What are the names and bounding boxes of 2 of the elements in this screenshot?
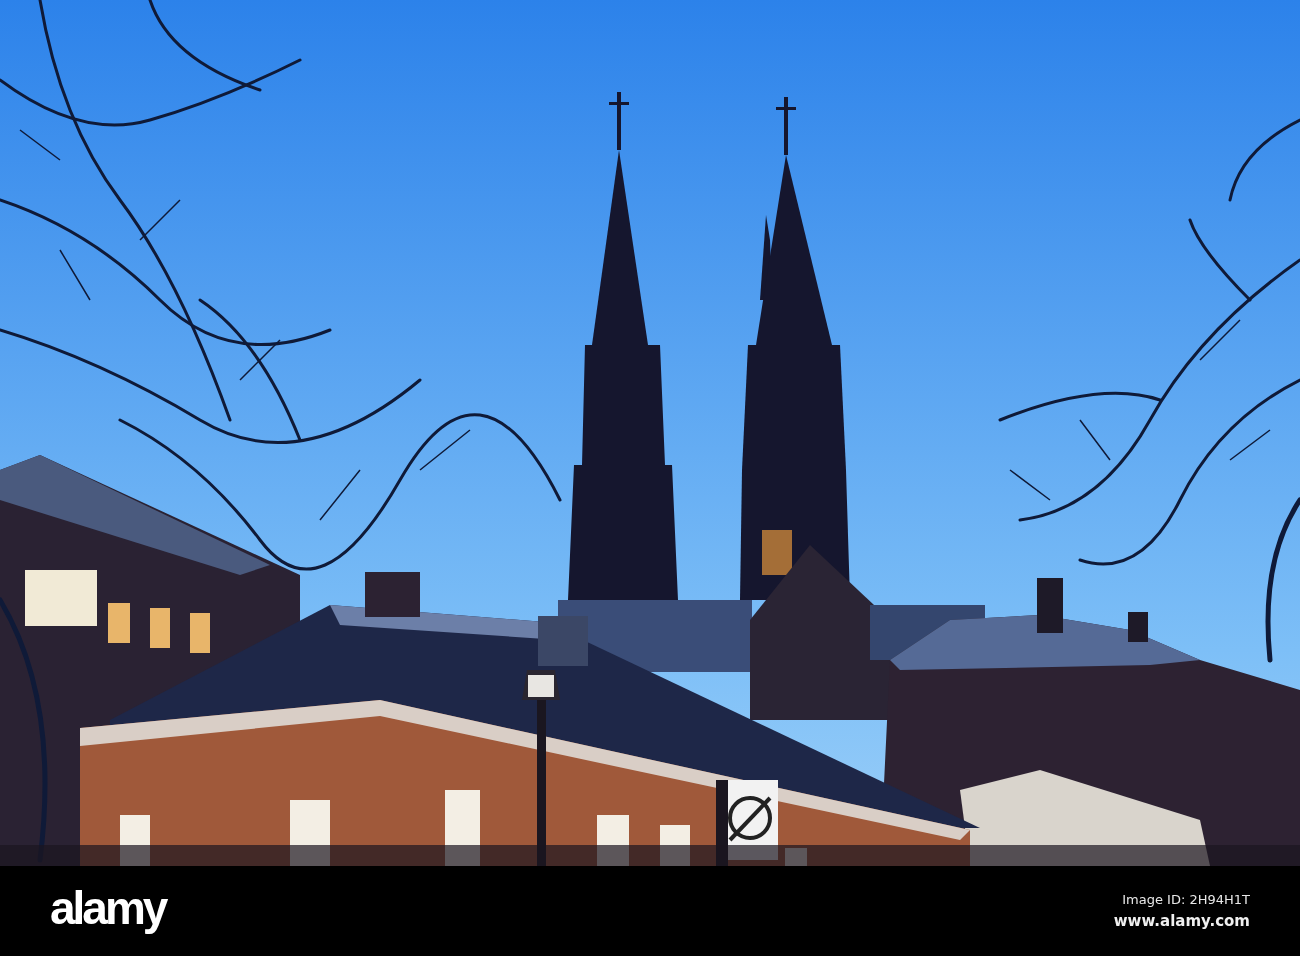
image-id-text: Image ID: 2H94H1T xyxy=(1122,892,1250,908)
website-text: www.alamy.com xyxy=(1113,911,1250,930)
